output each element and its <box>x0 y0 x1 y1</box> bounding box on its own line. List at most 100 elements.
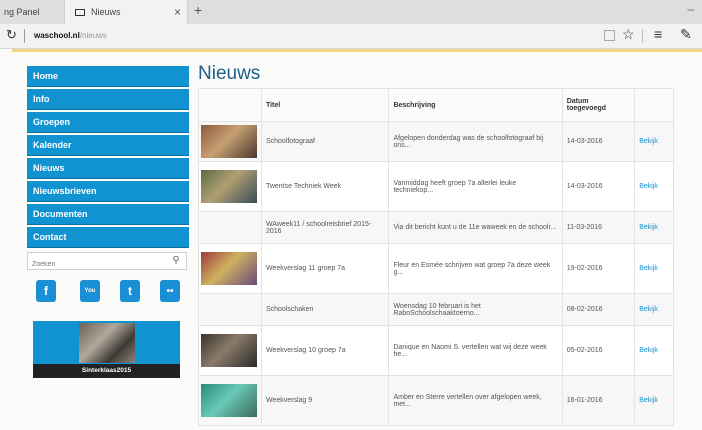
nav-item-home[interactable]: Home <box>27 66 189 87</box>
address-bar-row: ↻ waschool.nl/nieuws ☆ ≡ ✎ <box>0 24 702 49</box>
news-description: Amber en Sterre vertellen over afgelopen… <box>388 375 563 426</box>
table-row: Weekverslag 11 groep 7a Fleur en Esmée sc… <box>198 243 674 294</box>
news-description: Afgelopen donderdag was de schoolfotogra… <box>388 121 563 162</box>
news-title: Schoolschaken <box>260 293 390 326</box>
header-image <box>198 88 262 122</box>
banner-photo <box>79 323 135 363</box>
news-thumbnail-cell <box>198 161 262 212</box>
table-row: Schoolfotograaf Afgelopen donderdag was d… <box>198 121 674 162</box>
bekijk-link[interactable]: Bekijk <box>634 121 674 162</box>
new-tab-icon[interactable]: + <box>194 2 202 18</box>
youtube-icon[interactable]: You <box>80 280 100 302</box>
news-thumbnail[interactable] <box>201 384 257 417</box>
page-title: Nieuws <box>198 63 261 84</box>
facebook-icon[interactable]: f <box>36 280 56 302</box>
close-tab-icon[interactable]: × <box>174 5 181 19</box>
web-note-icon[interactable]: ✎ <box>680 26 692 43</box>
bekijk-link[interactable]: Bekijk <box>634 243 674 294</box>
page-icon <box>75 8 85 16</box>
news-thumbnail[interactable] <box>201 170 257 203</box>
banner-caption: Sinterklaas2015 <box>33 364 180 378</box>
tab-active-label: Nieuws <box>91 7 121 17</box>
bekijk-link[interactable]: Bekijk <box>634 211 674 244</box>
news-thumbnail[interactable] <box>201 252 257 285</box>
table-row: Weekverslag 9 Amber en Sterre vertellen o… <box>198 375 674 426</box>
nav-item-kalender[interactable]: Kalender <box>27 135 189 156</box>
nav-item-nieuwsbrieven[interactable]: Nieuwsbrieven <box>27 181 189 202</box>
toolbar-divider <box>642 29 643 43</box>
address-host: waschool.nl <box>34 31 80 40</box>
tab-inactive-label: ng Panel <box>4 7 40 17</box>
news-title: WAweek11 / schoolreisbrief 2015-2016 <box>260 211 390 244</box>
header-datum: Datum toegevoegd <box>561 88 636 122</box>
news-thumbnail-cell <box>198 293 262 326</box>
search-icon[interactable]: ⚲ <box>168 253 184 269</box>
hub-icon[interactable]: ≡ <box>654 26 662 42</box>
news-thumbnail-cell <box>198 325 262 376</box>
news-thumbnail-cell <box>198 211 262 244</box>
table-row: Twentse Techniek Week Vanmiddag heeft gro… <box>198 161 674 212</box>
news-date: 16-01-2016 <box>561 375 636 426</box>
search-input[interactable] <box>28 256 172 273</box>
table-row: Schoolschaken Woensdag 10 februari is het… <box>198 293 674 326</box>
news-title: Weekverslag 11 groep 7a <box>260 243 390 294</box>
reading-view-icon[interactable] <box>604 30 615 41</box>
header-datum-line2: toegevoegd <box>566 105 607 112</box>
news-title: Weekverslag 10 groep 7a <box>260 325 390 376</box>
news-description: Danique en Naomi S. vertellen wat wij de… <box>388 325 563 376</box>
news-date: 14-03-2016 <box>561 121 636 162</box>
reload-icon[interactable]: ↻ <box>6 27 17 43</box>
news-thumbnail[interactable] <box>201 334 257 367</box>
twitter-icon[interactable]: t <box>120 280 140 302</box>
news-title: Schoolfotograaf <box>260 121 390 162</box>
news-title: Weekverslag 9 <box>260 375 390 426</box>
news-date: 08-02-2016 <box>561 293 636 326</box>
news-title: Twentse Techniek Week <box>260 161 390 212</box>
bekijk-link[interactable]: Bekijk <box>634 375 674 426</box>
news-description: Woensdag 10 februari is het RaboSchoolsc… <box>388 293 563 326</box>
nav-item-contact[interactable]: Contact <box>27 227 189 248</box>
header-beschrijving: Beschrijving <box>388 88 563 122</box>
browser-tab-bar: ng Panel Nieuws × + – <box>0 0 702 24</box>
flickr-icon[interactable]: •• <box>160 280 180 302</box>
news-description: Fleur en Esmée schrijven wat groep 7a de… <box>388 243 563 294</box>
news-description: Via dit bericht kunt u de 11e waweek en … <box>388 211 563 244</box>
table-row: Weekverslag 10 groep 7a Danique en Naomi … <box>198 325 674 376</box>
news-table: Titel Beschrijving Datum toegevoegd Schoo… <box>198 88 674 426</box>
header-action <box>634 88 674 122</box>
news-thumbnail-cell <box>198 121 262 162</box>
news-table-body: Schoolfotograaf Afgelopen donderdag was d… <box>198 121 674 426</box>
table-row: WAweek11 / schoolreisbrief 2015-2016 Via … <box>198 211 674 244</box>
nav-item-documenten[interactable]: Documenten <box>27 204 189 225</box>
page-viewport: Home Info Groepen Kalender Nieuws Nieuws… <box>0 49 702 430</box>
header-stripe <box>12 49 702 52</box>
news-date: 11-03-2016 <box>561 211 636 244</box>
nav-item-groepen[interactable]: Groepen <box>27 112 189 133</box>
news-date: 14-03-2016 <box>561 161 636 212</box>
nav-item-info[interactable]: Info <box>27 89 189 110</box>
address-path: /nieuws <box>79 31 107 40</box>
minimize-icon[interactable]: – <box>687 2 694 16</box>
social-links: f You t •• <box>36 280 186 302</box>
header-datum-line1: Datum <box>566 98 589 105</box>
news-thumbnail[interactable] <box>201 125 257 158</box>
address-field[interactable]: waschool.nl/nieuws <box>34 31 107 40</box>
bekijk-link[interactable]: Bekijk <box>634 325 674 376</box>
tab-inactive[interactable]: ng Panel <box>0 0 56 24</box>
news-date: 19-02-2016 <box>561 243 636 294</box>
table-header-row: Titel Beschrijving Datum toegevoegd <box>198 88 674 122</box>
main-content: Nieuws Titel Beschrijving Datum toegevoeg… <box>198 62 676 426</box>
bekijk-link[interactable]: Bekijk <box>634 161 674 212</box>
sinterklaas-banner[interactable]: Sinterklaas2015 <box>33 321 180 378</box>
news-description: Vanmiddag heeft groep 7a allerlei leuke … <box>388 161 563 212</box>
address-divider <box>24 29 25 43</box>
sidebar-nav: Home Info Groepen Kalender Nieuws Nieuws… <box>27 66 189 250</box>
search-box: ⚲ <box>27 252 187 273</box>
tab-active[interactable]: Nieuws × <box>64 0 188 24</box>
nav-item-nieuws[interactable]: Nieuws <box>27 158 189 179</box>
favorite-star-icon[interactable]: ☆ <box>622 26 635 43</box>
news-thumbnail-cell <box>198 243 262 294</box>
bekijk-link[interactable]: Bekijk <box>634 293 674 326</box>
news-date: 05-02-2016 <box>561 325 636 376</box>
news-thumbnail-cell <box>198 375 262 426</box>
